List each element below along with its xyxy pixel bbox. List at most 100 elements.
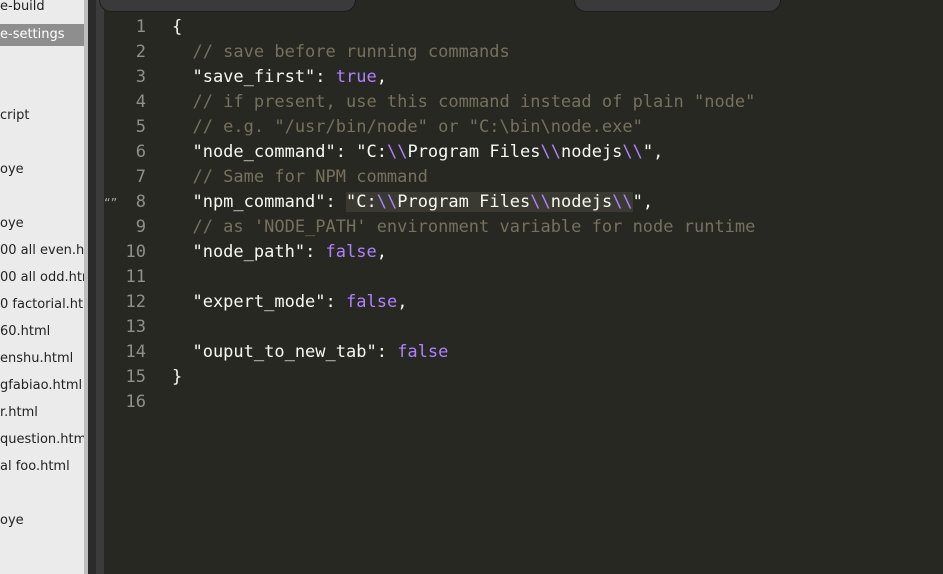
- code-token: "expert_mode": [172, 292, 326, 312]
- code-line[interactable]: "ouput_to_new_tab": false: [172, 340, 755, 365]
- code-line[interactable]: ​: [172, 390, 755, 415]
- code-line[interactable]: // e.g. "/usr/bin/node" or "C:\bin\node.…: [172, 115, 755, 140]
- sidebar-file-item[interactable]: oye: [0, 159, 24, 181]
- code-token: \\: [612, 192, 633, 212]
- code-line[interactable]: // if present, use this command instead …: [172, 90, 755, 115]
- line-number: 5: [104, 115, 166, 140]
- code-token: "C:: [356, 142, 387, 162]
- sidebar-file-item[interactable]: gfabiao.html: [0, 375, 82, 397]
- line-number-text: 16: [125, 392, 146, 412]
- code-token: ,: [642, 192, 654, 212]
- line-number: 16: [104, 390, 166, 415]
- sidebar-file-item[interactable]: 00 all odd.htm: [0, 267, 84, 289]
- file-sidebar: e-build e-settings cript oye oye 00 all even.…: [0, 0, 84, 574]
- sidebar-file-item[interactable]: question.html: [0, 429, 84, 451]
- code-token: "save_first": [172, 67, 316, 87]
- code-line[interactable]: // as 'NODE_PATH' environment variable f…: [172, 215, 755, 240]
- code-token: "node_command": [172, 142, 336, 162]
- code-token: false: [397, 342, 449, 362]
- line-number: 11: [104, 265, 166, 290]
- line-number: 6: [104, 140, 166, 165]
- line-number: 7: [104, 165, 166, 190]
- code-token: false: [346, 292, 398, 312]
- code-line[interactable]: "expert_mode": false,: [172, 290, 755, 315]
- code-token: // if present, use this command instead …: [172, 92, 756, 112]
- line-number: 13: [104, 315, 166, 340]
- tab-inactive-right[interactable]: [574, 0, 781, 12]
- line-number-text: 12: [125, 292, 146, 312]
- sidebar-file-item[interactable]: e-settings: [0, 24, 84, 46]
- code-line[interactable]: "npm_command": "C:\\Program Files\\nodej…: [172, 190, 755, 215]
- code-token: true: [335, 67, 377, 87]
- line-number-text: 6: [135, 142, 146, 162]
- sidebar-file-item[interactable]: 60.html: [0, 321, 50, 343]
- sidebar-file-item[interactable]: oye: [0, 213, 24, 235]
- code-token: \\: [386, 142, 408, 162]
- code-token: "ouput_to_new_tab": [172, 342, 377, 362]
- line-number-text: 3: [135, 67, 146, 87]
- code-line[interactable]: ​: [172, 315, 755, 340]
- code-token: Program Files: [407, 142, 541, 162]
- line-number-text: 1: [135, 17, 146, 37]
- minimap-scrollbar[interactable]: [96, 0, 104, 574]
- code-token: ,: [653, 142, 664, 162]
- code-token: nodejs: [550, 192, 613, 212]
- code-token: }: [172, 367, 183, 387]
- code-token: ": [632, 192, 643, 212]
- line-number-text: 15: [125, 367, 146, 387]
- code-line[interactable]: {: [172, 15, 755, 40]
- code-token: ,: [376, 67, 387, 87]
- sidebar-file-item[interactable]: 00 all even.htm: [0, 240, 84, 262]
- code-token: // Same for NPM command: [172, 167, 428, 187]
- line-number: 14: [104, 340, 166, 365]
- sidebar-file-item[interactable]: 0 factorial.htm: [0, 294, 84, 316]
- code-token: "npm_command": [172, 192, 326, 212]
- line-number: 15: [104, 365, 166, 390]
- code-token: :: [335, 142, 357, 162]
- code-token: "C:: [346, 192, 377, 212]
- line-number: 10: [104, 240, 166, 265]
- code-token: \\: [376, 192, 398, 212]
- code-token: "node_path": [172, 242, 306, 262]
- code-token: :: [376, 342, 398, 362]
- code-line[interactable]: "node_path": false,: [172, 240, 755, 265]
- line-number: 3: [104, 65, 166, 90]
- sidebar-file-item[interactable]: oye: [0, 510, 24, 532]
- code-editor[interactable]: 1 2 3 4 5 6 7 8 “” 9 10 11 12 13 14 15 16 { // save befo…: [99, 0, 943, 574]
- sidebar-gap: [88, 0, 96, 574]
- bookmark-quote-icon: “”: [104, 196, 118, 209]
- code-line[interactable]: "save_first": true,: [172, 65, 755, 90]
- code-token: :: [325, 192, 347, 212]
- code-line[interactable]: // Same for NPM command: [172, 165, 755, 190]
- line-number-text: 4: [135, 92, 146, 112]
- code-area[interactable]: { // save before running commands "save_…: [172, 15, 755, 415]
- line-number: 9: [104, 215, 166, 240]
- code-token: {: [172, 17, 183, 37]
- code-token: // e.g. "/usr/bin/node" or "C:\bin\node.…: [172, 117, 643, 137]
- sidebar-file-item[interactable]: r.html: [0, 402, 38, 424]
- line-number: 12: [104, 290, 166, 315]
- line-number-text: 11: [125, 267, 146, 287]
- tab-inactive-left[interactable]: [99, 0, 356, 12]
- line-number: 4: [104, 90, 166, 115]
- line-number-text: 5: [135, 117, 146, 137]
- line-number-text: 7: [135, 167, 146, 187]
- code-token: \\: [540, 142, 561, 162]
- line-number-text: 10: [125, 242, 146, 262]
- line-number-text: 8: [135, 192, 146, 212]
- sidebar-file-item[interactable]: cript: [0, 105, 29, 127]
- sidebar-file-item[interactable]: enshu.html: [0, 348, 73, 370]
- code-token: Program Files: [397, 192, 531, 212]
- code-token: ,: [376, 242, 387, 262]
- code-line[interactable]: // save before running commands: [172, 40, 755, 65]
- sidebar-file-item[interactable]: al foo.html: [0, 456, 70, 478]
- code-line[interactable]: }: [172, 365, 755, 390]
- code-token: \\: [622, 142, 643, 162]
- code-line[interactable]: ​: [172, 265, 755, 290]
- line-number-text: 14: [125, 342, 146, 362]
- line-number: 1: [104, 15, 166, 40]
- code-line[interactable]: "node_command": "C:\\Program Files\\node…: [172, 140, 755, 165]
- code-token: // save before running commands: [172, 42, 510, 62]
- sidebar-file-item[interactable]: e-build: [0, 0, 45, 18]
- line-number: 8 “”: [104, 190, 166, 215]
